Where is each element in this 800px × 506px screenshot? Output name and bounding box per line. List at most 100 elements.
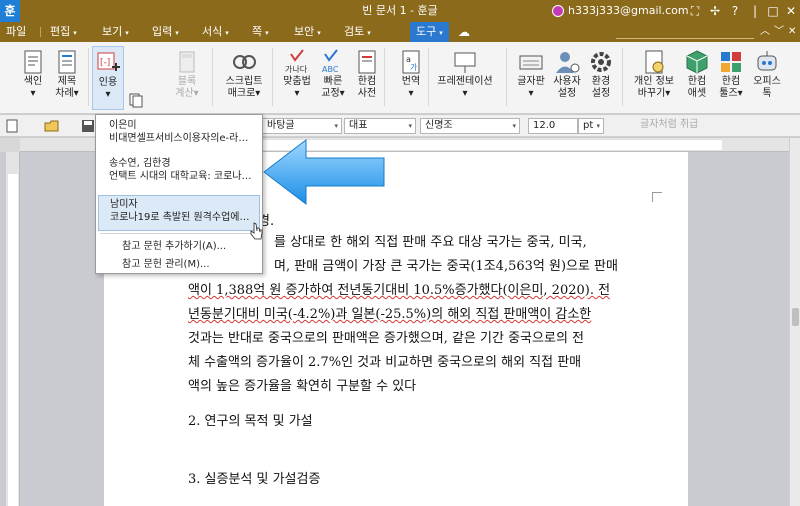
ribbon-toolbar: 색인 ▾ 제목 차례▾ [-] 인용 ▾ 블록 계산▾ 스크립트 매크로▾ 가나… <box>0 42 800 149</box>
ribbon-divider <box>212 48 213 106</box>
ribbon-divider <box>272 48 273 106</box>
style-select[interactable]: 바탕글 ▾ <box>262 118 342 134</box>
presentation-icon <box>454 52 476 73</box>
ribbon-divider <box>506 48 507 106</box>
annotation-arrow-icon <box>263 138 385 206</box>
doc-line-3[interactable]: 액이 1,388억 원 증가하여 전년동기대비 10.5%증가했다(이은미, 2… <box>188 283 610 299</box>
menu-security[interactable]: 보안 ▾ <box>294 22 321 42</box>
doc-line-5[interactable]: 것과는 반대로 중국으로의 판매액은 증가했으며, 같은 기간 중국으로의 전 <box>188 331 584 347</box>
asset-cube-icon <box>686 50 708 74</box>
svg-text:[-]: [-] <box>100 58 110 68</box>
account-badge[interactable]: h333j333@gmail.com <box>552 4 689 17</box>
index-icon <box>24 50 42 74</box>
citation-author: 이은미 <box>109 120 137 131</box>
help-button[interactable]: ? <box>726 2 744 20</box>
search-box[interactable] <box>616 25 754 39</box>
account-avatar-icon <box>552 4 564 17</box>
open-folder-icon[interactable] <box>44 118 60 134</box>
script-icon <box>233 55 256 69</box>
office-talk-tool[interactable]: 오피스 톡 <box>746 46 788 110</box>
privacy-icon <box>645 50 664 74</box>
scroll-thumb[interactable] <box>792 308 799 326</box>
cite-tool[interactable]: [-] 인용 ▾ <box>92 46 124 110</box>
svg-text:가: 가 <box>410 63 418 72</box>
presentation-tool[interactable]: 프레젠테이션 ▾ <box>434 46 496 110</box>
keyboard-icon <box>519 55 543 70</box>
menu-review[interactable]: 검토 ▾ <box>344 22 371 42</box>
doc-line-7[interactable]: 액의 높은 증가율을 확연히 구분할 수 있다 <box>188 379 416 395</box>
menu-format[interactable]: 서식 ▾ <box>202 22 229 42</box>
citation-title: 비대면셀프서비스이용자의e-라… <box>109 133 249 144</box>
ruler-corner <box>0 138 20 152</box>
maximize-button[interactable]: □ <box>764 2 782 20</box>
new-doc-icon[interactable] <box>4 118 20 134</box>
cite-icon: [-] <box>97 52 120 71</box>
script-macro-tool[interactable]: 스크립트 매크로▾ <box>220 46 268 110</box>
section-heading-2[interactable]: 2. 연구의 목적 및 가설 <box>188 410 313 429</box>
mouse-pointer-icon <box>250 222 263 240</box>
citation-item[interactable]: 송수연, 김한경 언택트 시대의 대학교육: 코로나… <box>98 157 260 191</box>
minimize-button[interactable]: | <box>746 2 764 20</box>
ribbon-divider <box>384 48 385 106</box>
ribbon-divider <box>622 48 623 106</box>
section-heading-3[interactable]: 3. 실증분석 및 가설검증 <box>188 468 320 487</box>
menu-divider <box>40 27 41 37</box>
close-button[interactable]: ✕ <box>782 2 800 20</box>
ruler-work-area <box>8 174 18 506</box>
copy-format-icon[interactable] <box>128 92 144 108</box>
manage-reference-menu-item[interactable]: 참고 문헌 관리(M)... <box>122 255 210 270</box>
env-settings-tool[interactable]: 환경 설정 <box>580 46 622 110</box>
spellcheck-icon: 가나다 <box>285 49 308 74</box>
cloud-sync-icon[interactable]: ☁ <box>458 22 470 42</box>
citation-item[interactable]: 이은미 비대면셀프서비스이용자의e-라… <box>98 119 260 153</box>
doc-line-2[interactable]: 며, 판매 금액이 가장 큰 국가는 중국(1조4,563억 원)으로 판매 <box>274 259 618 275</box>
menu-insert[interactable]: 입력 ▾ <box>152 22 179 42</box>
font-size-input[interactable]: 12.0 <box>528 118 578 134</box>
font-lang-select[interactable]: 대표 ▾ <box>344 118 416 134</box>
svg-text:가나다: 가나다 <box>285 65 308 74</box>
treat-as-char-toggle[interactable]: 글자처럼 취급 <box>636 118 742 134</box>
toc-tool[interactable]: 제목 차례▾ <box>46 46 88 110</box>
ribbon-collapse-icon[interactable]: ︿ <box>760 22 770 42</box>
dropdown-divider <box>100 233 258 234</box>
robot-icon <box>757 51 777 71</box>
user-settings-icon <box>556 52 580 73</box>
dictionary-tool[interactable]: 한컴 사전 <box>346 46 388 110</box>
citation-author: 송수연, 김한경 <box>109 158 171 169</box>
citation-item-selected[interactable]: 남미자 코로나19로 촉발된 원격수업에… <box>98 195 260 231</box>
menu-tools[interactable]: 도구 ▾ <box>410 22 449 42</box>
doc-line-6[interactable]: 체 수출액의 증가율이 2.7%인 것과 비교하면 중국으로의 해외 직접 판매 <box>188 355 581 371</box>
vertical-scrollbar[interactable] <box>789 138 800 506</box>
toc-icon <box>58 50 76 74</box>
add-reference-menu-item[interactable]: 참고 문헌 추가하기(A)... <box>122 237 226 252</box>
ribbon-divider <box>428 48 429 106</box>
save-icon[interactable] <box>80 118 96 134</box>
apps-grid-icon <box>721 52 741 72</box>
citation-title: 코로나19로 촉발된 원격수업에… <box>110 212 250 223</box>
vertical-ruler[interactable] <box>6 152 20 506</box>
gear-icon <box>591 52 611 72</box>
doc-line-4[interactable]: 년동분기대비 미국(-4.2%)과 일본(-25.5%)의 해외 직접 판매액이… <box>188 307 591 323</box>
move-icon[interactable]: ✢ <box>706 2 724 20</box>
font-name-select[interactable]: 신명조 ▾ <box>420 118 520 134</box>
calculator-icon <box>179 51 195 73</box>
citation-dropdown: 이은미 비대면셀프서비스이용자의e-라… 송수연, 김한경 언택트 시대의 대학… <box>95 114 263 274</box>
ribbon-close-icon[interactable]: ✕ <box>788 22 796 42</box>
menu-page[interactable]: 쪽 ▾ <box>252 22 269 42</box>
privacy-tool[interactable]: 개인 정보 바꾸기▾ <box>628 46 680 110</box>
menu-edit[interactable]: 편집 ▾ <box>50 22 77 42</box>
title-bar: 훈 빈 문서 1 - 훈글 h333j333@gmail.com ⛶ ✢ ? |… <box>0 0 800 22</box>
citation-author: 남미자 <box>110 199 138 210</box>
citation-title: 언택트 시대의 대학교육: 코로나… <box>109 171 252 182</box>
ribbon-expand-icon[interactable]: ﹀ <box>774 22 784 42</box>
doc-line-1[interactable]: 를 상대로 한 해외 직접 판매 주요 대상 국가는 중국, 미국, <box>274 235 654 251</box>
menu-file[interactable]: 파일 <box>6 22 26 42</box>
font-size-unit[interactable]: pt ▾ <box>578 118 604 134</box>
menu-view[interactable]: 보기 ▾ <box>102 22 129 42</box>
menu-bar: 파일 편집 ▾ 보기 ▾ 입력 ▾ 서식 ▾ 쪽 ▾ 보안 ▾ 검토 ▾ 도구 ▾ ☁ ︿ ﹀ … <box>0 22 800 42</box>
svg-text:ABC: ABC <box>322 65 339 74</box>
translate-tool[interactable]: a가 번역 ▾ <box>390 46 432 110</box>
fullscreen-button[interactable]: ⛶ <box>686 2 704 20</box>
ribbon-divider <box>88 48 89 106</box>
block-calc-tool[interactable]: 블록 계산▾ <box>166 46 208 110</box>
